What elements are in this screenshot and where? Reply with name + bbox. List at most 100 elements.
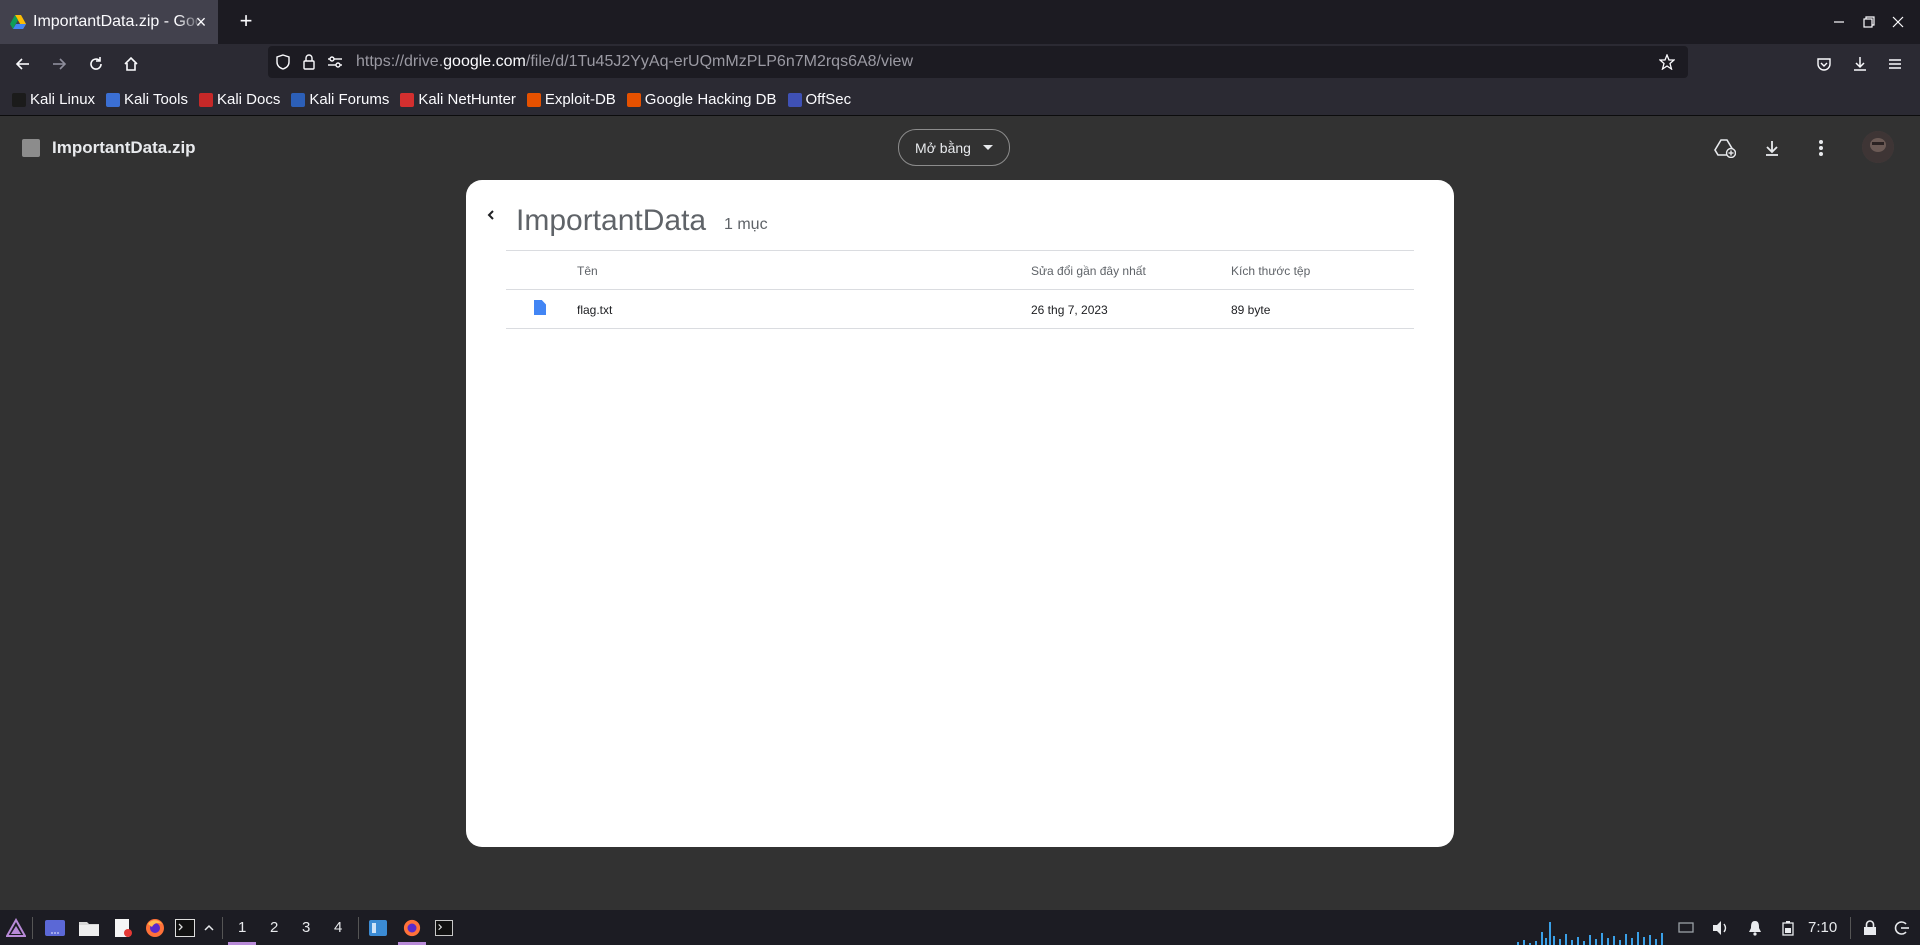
battery-icon[interactable]	[1778, 918, 1798, 938]
bookmark-label: Exploit-DB	[544, 91, 616, 108]
terminal-task-icon[interactable]	[434, 918, 454, 938]
bookmark-item[interactable]: Exploit-DB	[526, 91, 616, 108]
show-desktop-icon[interactable]	[45, 918, 65, 938]
open-with-label: Mở bằng	[915, 139, 971, 156]
table-row[interactable]: flag.txt 26 thg 7, 2023 89 byte	[506, 290, 1414, 329]
terminal-icon[interactable]	[175, 918, 195, 938]
minimize-icon[interactable]	[1829, 12, 1849, 32]
bookmark-favicon-icon	[626, 92, 641, 107]
bookmark-label: Kali Tools	[124, 91, 188, 108]
home-icon[interactable]	[119, 52, 143, 76]
firefox-task-icon[interactable]	[402, 918, 422, 938]
folder-name: ImportantData	[516, 204, 707, 237]
notification-bell-icon[interactable]	[1745, 918, 1765, 938]
workspace-4[interactable]: 4	[334, 919, 342, 936]
shield-icon[interactable]	[274, 53, 292, 71]
reload-icon[interactable]	[84, 52, 108, 76]
bookmark-label: Kali Forums	[309, 91, 390, 108]
bookmark-item[interactable]: Kali Linux	[12, 91, 95, 108]
file-manager-icon[interactable]	[79, 918, 99, 938]
drive-file-viewer: ImportantData.zip Mở bằng ImportantData …	[0, 116, 1920, 910]
tab-strip: ImportantData.zip - Google Drive × +	[0, 0, 1920, 44]
bookmark-item[interactable]: Kali Tools	[106, 91, 188, 108]
bookmark-favicon-icon	[198, 92, 213, 107]
bookmark-item[interactable]: OffSec	[787, 91, 852, 108]
logout-icon[interactable]	[1892, 918, 1912, 938]
restore-icon[interactable]	[1859, 12, 1879, 32]
caret-down-icon	[982, 145, 993, 150]
bookmark-favicon-icon	[526, 92, 541, 107]
column-header-name[interactable]: Tên	[577, 264, 598, 278]
workspace-1[interactable]: 1	[238, 919, 246, 936]
table-header: Tên Sửa đổi gần đây nhất Kích thước tệp	[506, 250, 1414, 290]
bookmark-favicon-icon	[106, 92, 121, 107]
taskbar-separator	[32, 917, 33, 939]
permissions-icon[interactable]	[326, 53, 344, 71]
desktop-taskbar: 1 2 3 4 7:10	[0, 910, 1920, 945]
address-bar[interactable]: https://drive.google.com/file/d/1Tu45J2Y…	[268, 46, 1688, 78]
archive-contents-card: ImportantData 1 mục Tên Sửa đổi gần đây …	[466, 180, 1454, 847]
display-icon[interactable]	[1676, 918, 1696, 938]
taskbar-separator	[1850, 917, 1851, 939]
firefox-icon[interactable]	[145, 918, 165, 938]
close-tab-icon[interactable]: ×	[192, 13, 210, 31]
bookmark-favicon-icon	[787, 92, 802, 107]
chevron-up-icon[interactable]	[199, 918, 219, 938]
back-arrow-icon[interactable]	[486, 208, 500, 222]
lock-icon[interactable]	[300, 53, 318, 71]
bookmark-label: Google Hacking DB	[644, 91, 777, 108]
navigation-toolbar: https://drive.google.com/file/d/1Tu45J2Y…	[0, 44, 1920, 84]
menu-icon[interactable]	[1883, 52, 1907, 76]
column-header-modified[interactable]: Sửa đổi gần đây nhất	[1031, 264, 1146, 278]
text-editor-icon[interactable]	[113, 918, 133, 938]
workspace-2[interactable]: 2	[270, 919, 278, 936]
text-file-icon	[534, 300, 546, 315]
bookmark-item[interactable]: Google Hacking DB	[626, 91, 777, 108]
tab-title: ImportantData.zip - Google Drive	[33, 13, 203, 30]
browser-tab[interactable]: ImportantData.zip - Google Drive ×	[0, 0, 218, 44]
more-options-icon[interactable]	[1809, 136, 1833, 160]
clock[interactable]: 7:10	[1808, 919, 1837, 936]
bookmark-label: Kali Linux	[30, 91, 96, 108]
close-window-icon[interactable]	[1888, 12, 1908, 32]
row-file-name[interactable]: flag.txt	[577, 303, 612, 317]
bookmark-item[interactable]: Kali Docs	[198, 91, 281, 108]
task-window-icon[interactable]	[368, 918, 388, 938]
bookmark-favicon-icon	[12, 92, 26, 107]
bookmark-star-icon[interactable]	[1658, 53, 1676, 71]
bookmark-item[interactable]: Kali NetHunter	[400, 91, 516, 108]
download-icon[interactable]	[1760, 136, 1784, 160]
avatar[interactable]	[1862, 131, 1894, 163]
url-text[interactable]: https://drive.google.com/file/d/1Tu45J2Y…	[356, 53, 913, 71]
url-domain: google.com	[443, 53, 526, 70]
bookmark-favicon-icon	[400, 92, 415, 107]
zip-file-icon	[22, 139, 40, 157]
row-modified: 26 thg 7, 2023	[1031, 303, 1108, 317]
network-activity-graph	[1517, 922, 1663, 945]
workspace-3[interactable]: 3	[302, 919, 310, 936]
volume-icon[interactable]	[1711, 918, 1731, 938]
add-to-drive-icon[interactable]	[1713, 136, 1737, 160]
taskbar-separator	[358, 917, 359, 939]
url-prefix: https://drive.	[356, 53, 444, 70]
column-header-size[interactable]: Kích thước tệp	[1231, 264, 1310, 278]
file-table: Tên Sửa đổi gần đây nhất Kích thước tệp …	[506, 250, 1414, 329]
open-with-button[interactable]: Mở bằng	[898, 129, 1010, 166]
row-size: 89 byte	[1231, 303, 1271, 317]
bookmark-label: Kali Docs	[216, 91, 281, 108]
taskbar-separator	[222, 917, 223, 939]
item-count: 1 mục	[724, 216, 768, 233]
kali-menu-icon[interactable]	[6, 918, 26, 938]
lock-screen-icon[interactable]	[1860, 918, 1880, 938]
google-drive-icon	[10, 15, 26, 29]
pocket-icon[interactable]	[1812, 52, 1836, 76]
file-title: ImportantData.zip	[52, 138, 196, 157]
bookmark-label: Kali NetHunter	[418, 91, 516, 108]
downloads-icon[interactable]	[1848, 52, 1872, 76]
forward-icon[interactable]	[47, 52, 71, 76]
bookmark-label: OffSec	[805, 91, 852, 108]
back-icon[interactable]	[11, 52, 35, 76]
bookmark-item[interactable]: Kali Forums	[291, 91, 389, 108]
new-tab-button[interactable]: +	[234, 10, 258, 34]
bookmark-favicon-icon	[291, 92, 306, 107]
